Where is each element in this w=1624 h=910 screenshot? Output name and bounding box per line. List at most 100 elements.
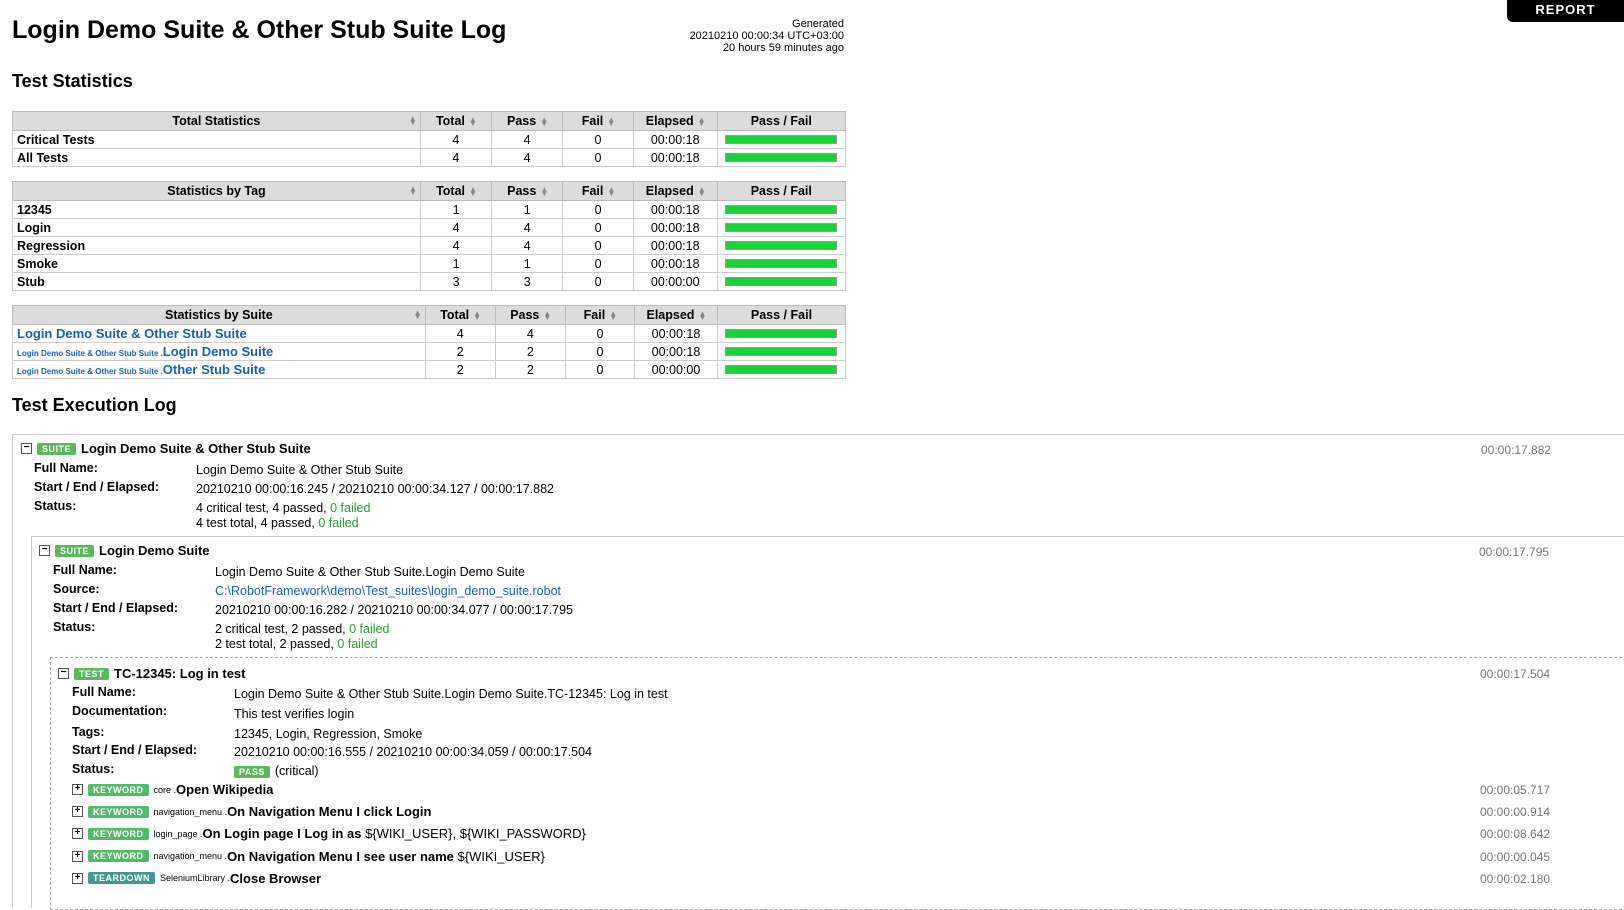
sub-suite-source-link[interactable]: C:\RobotFramework\demo\Test_suites\login… [215,584,561,598]
top-suite-header[interactable]: − SUITE Login Demo Suite & Other Stub Su… [21,441,311,456]
sort-icon[interactable]: ▲ ▼ [698,309,706,321]
fail-cell: 0 [564,324,636,343]
sort-icon[interactable]: ▲ ▼ [607,185,615,197]
elapsed-column-header[interactable]: Elapsed ▲ ▼ [632,111,718,131]
test-name: TC-12345: Log in test [114,666,246,681]
name-column-header[interactable]: Total Statistics ▲ ▼ [12,111,421,131]
table-row: All Tests 4 4 0 00:00:18 [12,148,847,167]
suite-link[interactable]: Other Stub Suite [163,362,266,377]
keyword-name: Open Wikipedia [176,782,274,797]
sort-icon[interactable]: ▲ ▼ [543,309,551,321]
generated-info: Generated 20210210 00:00:34 UTC+03:00 20… [640,18,844,54]
top-suite-start-end: 20210210 00:00:16.245 / 20210210 00:00:3… [196,482,554,496]
collapse-icon[interactable]: − [58,668,69,679]
pass-cell: 3 [491,272,564,291]
name-column-header[interactable]: Statistics by Suite ▲ ▼ [12,305,426,325]
total-column-header[interactable]: Total ▲ ▼ [419,181,493,201]
sort-icon[interactable]: ▲ ▼ [540,185,548,197]
sub-suite-status-total: 2 test total, 2 passed, 0 failed [215,637,378,651]
sort-icon[interactable]: ▲ ▼ [540,115,548,127]
pass-bar [725,241,838,250]
sort-icon[interactable]: ▲ ▼ [609,309,617,321]
total-column-header[interactable]: Total ▲ ▼ [424,305,496,325]
sort-icon[interactable]: ▲ ▼ [409,115,417,127]
sort-icon[interactable]: ▲ ▼ [607,115,615,127]
top-suite-status-critical: 4 critical test, 4 passed, 0 failed [196,501,371,515]
fail-column-header[interactable]: Fail ▲ ▼ [562,111,634,131]
keyword-name: Close Browser [230,870,322,886]
expand-icon[interactable]: + [72,872,83,884]
sort-icon[interactable]: ▲ ▼ [409,185,417,197]
sort-icon[interactable]: ▲ ▼ [414,309,422,321]
passfail-column-header: Pass / Fail [716,181,847,201]
keyword-row[interactable]: + TEARDOWN SeleniumLibrary . Close Browser [72,871,321,886]
pass-fail-bar-cell [716,254,847,273]
total-cell: 4 [419,148,493,167]
total-column-header[interactable]: Total ▲ ▼ [419,111,493,131]
parent-suite-link[interactable]: Login Demo Suite & Other Stub Suite . [17,367,163,376]
expand-icon[interactable]: + [72,806,83,818]
passfail-column-header: Pass / Fail [716,305,847,325]
elapsed-column-header[interactable]: Elapsed ▲ ▼ [634,305,718,325]
sort-icon[interactable]: ▲ ▼ [698,115,706,127]
total-statistics-table: Total Statistics ▲ ▼ Total ▲ ▼ Pass ▲ ▼ Fail ▲ ▼ Ela… [12,111,847,167]
collapse-icon[interactable]: − [39,545,50,556]
stat-name-cell: Smoke [12,254,421,273]
pass-fail-bar-cell [716,130,847,149]
expand-icon[interactable]: + [72,850,83,862]
suite-name-cell[interactable]: Login Demo Suite & Other Stub Suite .Oth… [12,360,426,379]
sub-suite-status-critical: 2 critical test, 2 passed, 0 failed [215,622,390,636]
sub-suite-elapsed: 00:00:17.795 [1479,545,1550,559]
pass-column-header[interactable]: Pass ▲ ▼ [491,181,564,201]
elapsed-cell: 00:00:18 [632,254,718,273]
expand-icon[interactable]: + [72,784,83,795]
teardown-badge: TEARDOWN [88,872,155,885]
name-column-header[interactable]: Statistics by Tag ▲ ▼ [12,181,421,201]
generated-label: Generated [792,18,844,30]
table-row: 12345 1 1 0 00:00:18 [12,200,847,219]
top-suite-name: Login Demo Suite & Other Stub Suite [81,441,311,456]
parent-suite-link[interactable]: Login Demo Suite & Other Stub Suite . [17,349,163,358]
suite-link[interactable]: Login Demo Suite & Other Stub Suite [17,326,247,341]
test-start-end: 20210210 00:00:16.555 / 20210210 00:00:3… [234,745,592,759]
total-cell: 3 [419,272,493,291]
sort-icon[interactable]: ▲ ▼ [469,115,477,127]
test-statistics-heading: Test Statistics [12,71,133,91]
pass-column-header[interactable]: Pass ▲ ▼ [494,305,566,325]
collapse-icon[interactable]: − [21,443,32,454]
sort-icon[interactable]: ▲ ▼ [698,185,706,197]
pass-fail-bar-cell [716,218,847,237]
sub-suite-header[interactable]: − SUITE Login Demo Suite [39,543,210,558]
elapsed-cell: 00:00:18 [632,218,718,237]
table-row: Smoke 1 1 0 00:00:18 [12,254,847,273]
pass-cell: 4 [494,324,566,343]
pass-fail-bar-cell [716,324,847,343]
keyword-row[interactable]: + KEYWORD navigation_menu . On Navigation M… [72,849,545,864]
pass-bar [725,223,838,232]
suite-badge: SUITE [55,544,95,557]
sub-suite-box: − SUITE Login Demo Suite 00:00:17.795 Fu… [31,536,1624,910]
fail-cell: 0 [562,130,634,149]
fail-cell: 0 [562,272,634,291]
suite-name-cell[interactable]: Login Demo Suite & Other Stub Suite .Log… [12,342,426,361]
fail-column-header[interactable]: Fail ▲ ▼ [564,305,636,325]
report-link[interactable]: REPORT [1507,0,1624,22]
keyword-badge: KEYWORD [88,805,149,818]
sort-icon[interactable]: ▲ ▼ [473,309,481,321]
page-title: Login Demo Suite & Other Stub Suite Log [12,16,507,44]
elapsed-column-header[interactable]: Elapsed ▲ ▼ [632,181,718,201]
suite-link[interactable]: Login Demo Suite [163,344,274,359]
keyword-row[interactable]: + KEYWORD navigation_menu . On Navigation M… [72,804,431,819]
test-header[interactable]: − TEST TC-12345: Log in test [58,666,245,681]
suite-name-cell[interactable]: Login Demo Suite & Other Stub Suite [12,324,426,343]
pass-cell: 1 [491,200,564,219]
keyword-row[interactable]: + KEYWORD core . Open Wikipedia [72,782,273,797]
fail-column-header[interactable]: Fail ▲ ▼ [562,181,634,201]
keyword-row[interactable]: + KEYWORD login_page . On Login page I Log … [72,826,586,841]
sort-icon[interactable]: ▲ ▼ [469,185,477,197]
expand-icon[interactable]: + [72,828,83,840]
fail-cell: 0 [562,254,634,273]
pass-column-header[interactable]: Pass ▲ ▼ [490,111,564,131]
table-header-row: Statistics by Tag ▲ ▼ Total ▲ ▼ Pass ▲ ▼ Fail ▲ ▼ El… [12,181,847,201]
label-source: Source: [53,582,100,596]
